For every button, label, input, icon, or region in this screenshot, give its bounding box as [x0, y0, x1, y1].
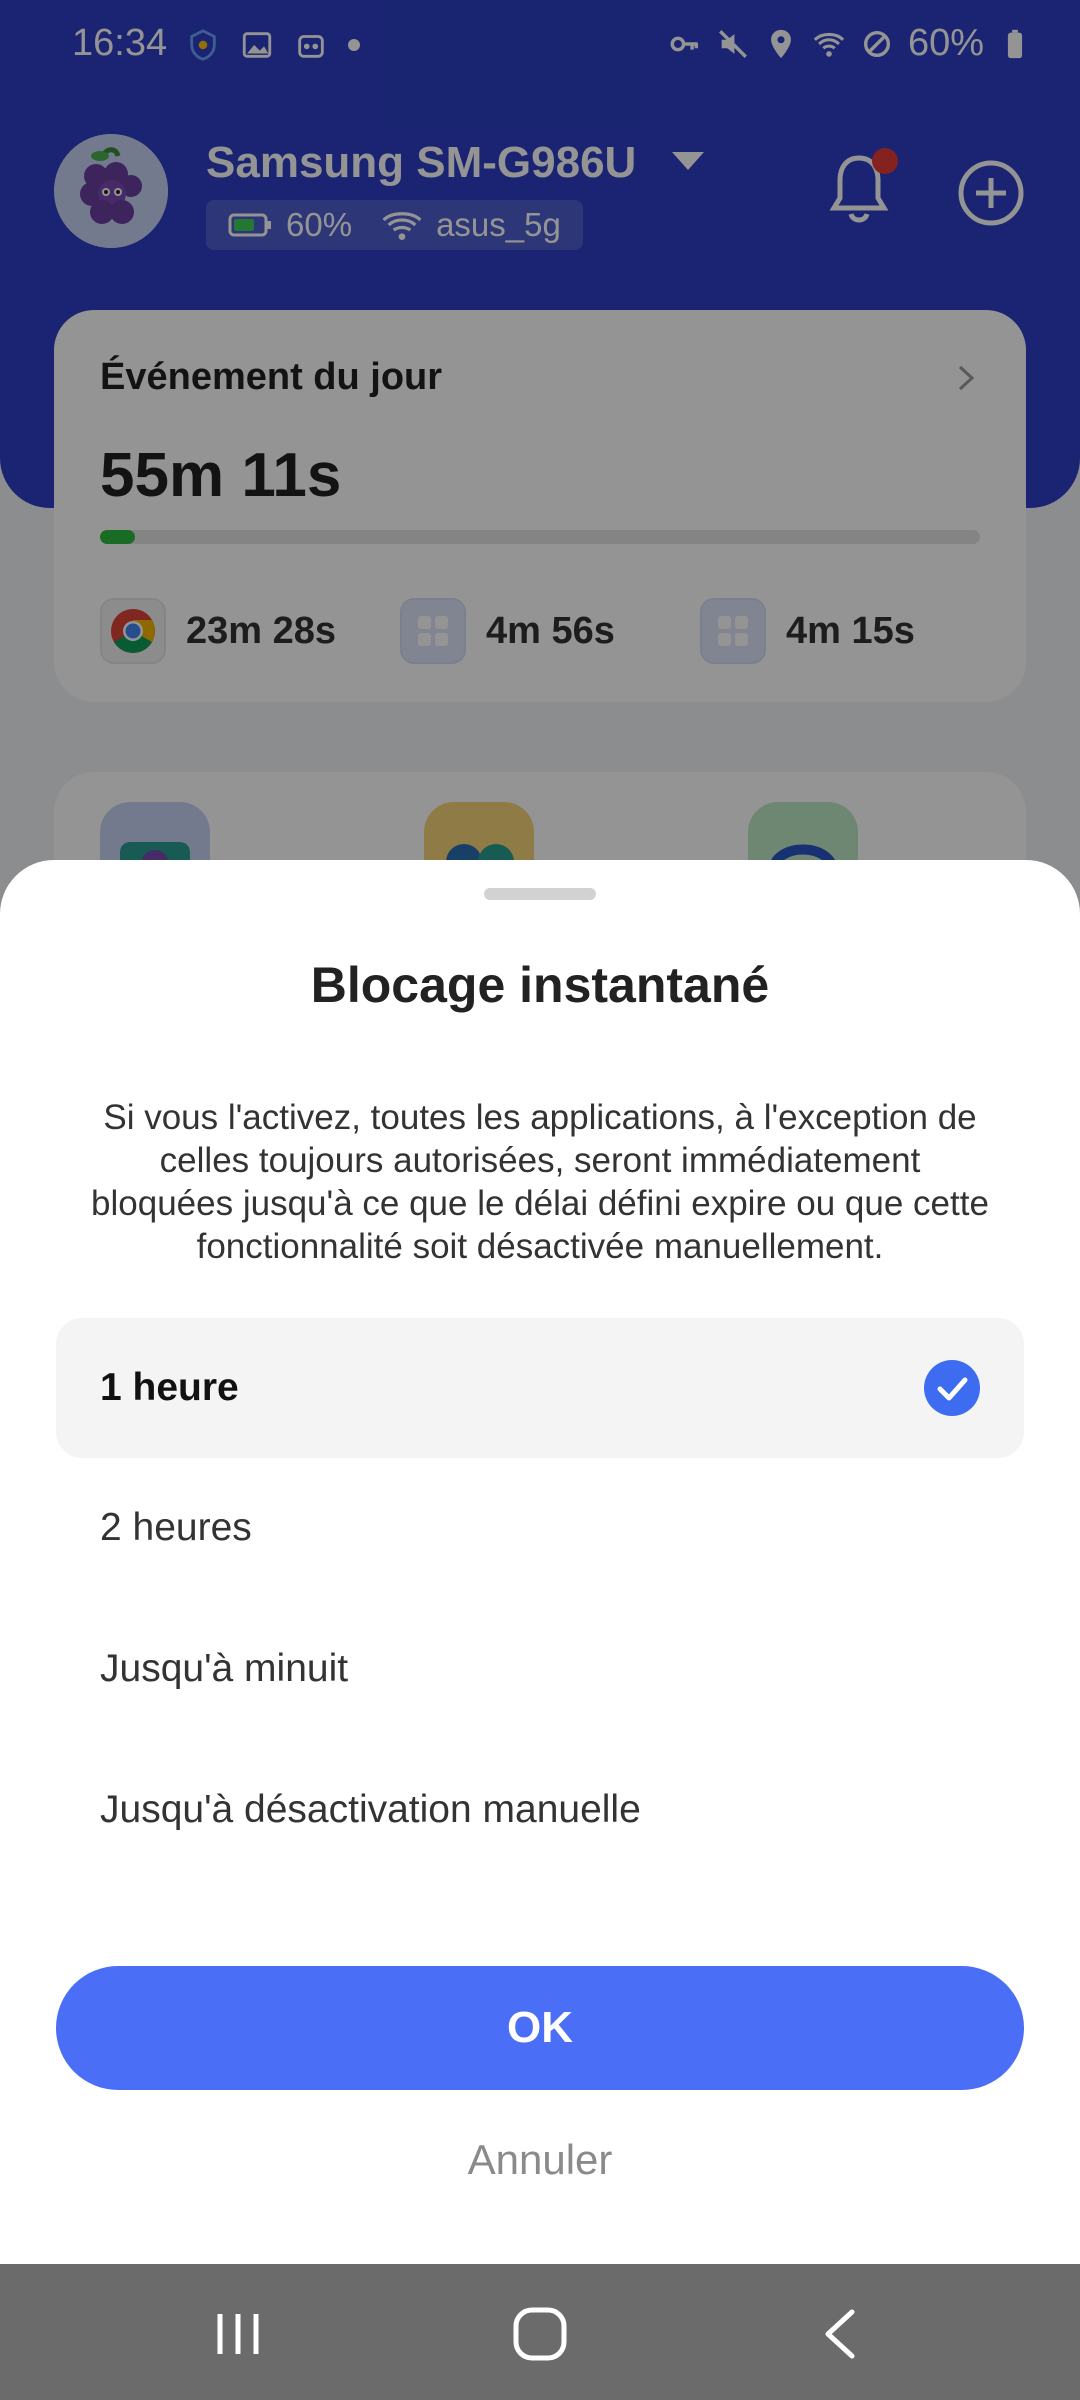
option-until-midnight[interactable]: Jusqu'à minuit: [56, 1599, 1024, 1739]
option-label: Jusqu'à désactivation manuelle: [100, 1788, 641, 1831]
option-1-hour[interactable]: 1 heure: [56, 1318, 1024, 1458]
system-nav-bar: [0, 2264, 1080, 2400]
check-icon: [924, 1360, 980, 1416]
recent-apps-icon[interactable]: [208, 2304, 268, 2364]
instant-block-sheet: Blocage instantané Si vous l'activez, to…: [0, 860, 1080, 2264]
cancel-button[interactable]: Annuler: [0, 2136, 1080, 2184]
option-label: 2 heures: [100, 1506, 252, 1549]
ok-button[interactable]: OK: [56, 1966, 1024, 2090]
option-until-manual-off[interactable]: Jusqu'à désactivation manuelle: [56, 1740, 1024, 1880]
back-icon[interactable]: [812, 2304, 872, 2364]
option-label: Jusqu'à minuit: [100, 1647, 349, 1690]
sheet-title: Blocage instantané: [310, 957, 770, 1013]
option-2-hours[interactable]: 2 heures: [56, 1458, 1024, 1598]
option-label: 1 heure: [100, 1366, 239, 1409]
sheet-description: Si vous l'activez, toutes les applicatio…: [91, 1098, 989, 1266]
drag-handle[interactable]: [484, 888, 596, 900]
home-icon[interactable]: [510, 2304, 570, 2364]
